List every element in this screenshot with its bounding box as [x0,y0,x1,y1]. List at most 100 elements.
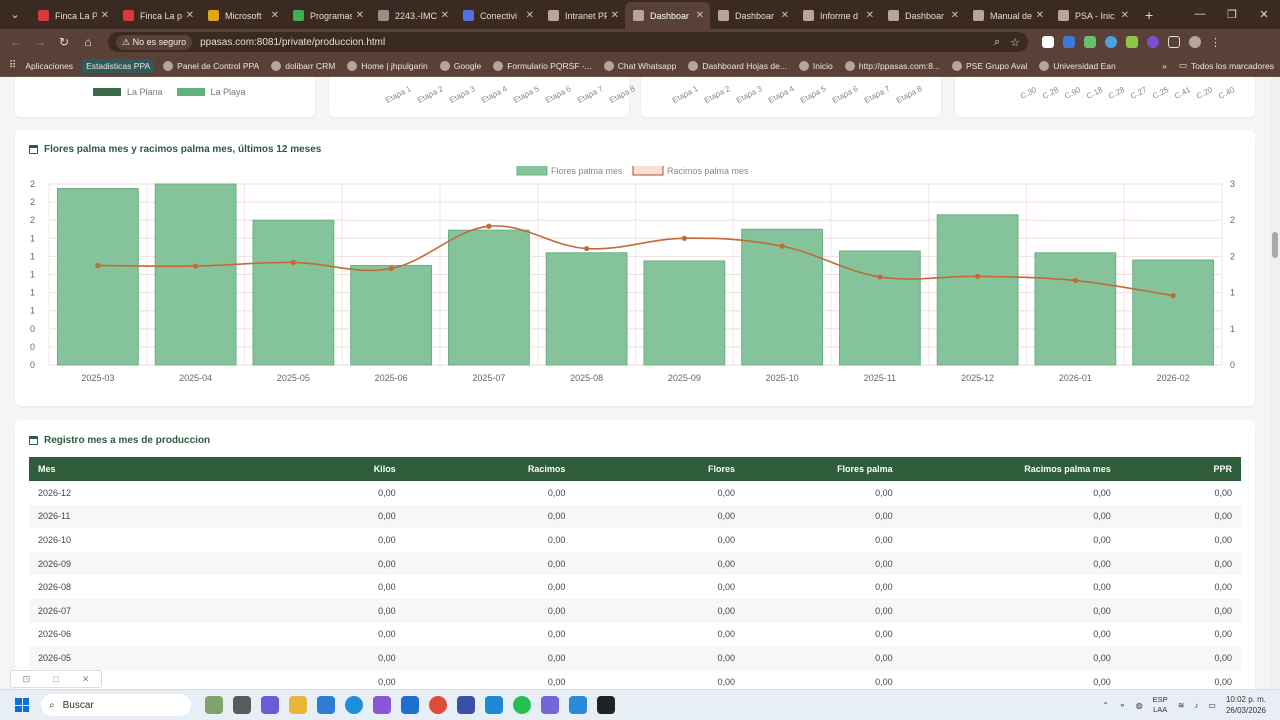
extension-icon[interactable] [1147,36,1159,48]
extension-icon[interactable] [1063,36,1075,48]
file-explorer-icon[interactable] [289,696,307,714]
tab-close-icon[interactable]: ✕ [271,10,279,21]
forward-icon[interactable]: → [28,35,52,49]
wifi-icon[interactable]: ≋ [1178,701,1185,710]
bar-flores-palma-mes[interactable] [643,260,726,366]
column-header[interactable]: PPR [1119,457,1241,481]
windows-start-icon[interactable] [15,698,29,712]
home-icon[interactable]: ⌂ [76,35,100,49]
taskbar-search[interactable]: ⌕ Buscar [41,694,191,716]
mail-icon[interactable] [485,696,503,714]
security-indicator[interactable]: ⚠ No es seguro [116,34,193,50]
column-header[interactable]: Flores palma [744,457,902,481]
point-racimos-palma-mes[interactable] [584,245,590,252]
bar-flores-palma-mes[interactable] [741,228,823,366]
point-racimos-palma-mes[interactable] [486,223,492,229]
bar-flores-palma-mes[interactable] [545,252,628,366]
point-racimos-palma-mes[interactable] [1072,277,1078,284]
back-icon[interactable]: ← [4,35,28,49]
browser-tab[interactable]: Dashboar ✕ [880,2,965,29]
column-header[interactable]: Kilos [247,457,405,481]
bar-flores-palma-mes[interactable] [1034,252,1117,366]
tab-close-icon[interactable]: ✕ [951,10,959,21]
column-header[interactable]: Flores [574,457,745,481]
security-icon[interactable]: ◍ [1136,701,1143,710]
network-off-icon[interactable]: ⚬ [1119,701,1126,710]
browser-tab[interactable]: Conectivi ✕ [455,2,540,29]
zoom-icon[interactable]: ⌕ [994,36,1000,49]
bookmark-item[interactable]: Dashboard Hojas de... [682,60,793,71]
browser-tab[interactable]: PSA - Inic ✕ [1050,2,1135,29]
browser-tab[interactable]: Finca La P ✕ [30,2,115,29]
tab-close-icon[interactable]: ✕ [441,10,449,21]
bookmark-item[interactable]: Inicio [793,60,839,71]
browser-tab[interactable]: Intranet PF ✕ [540,2,625,29]
browser-tab[interactable]: Dashboar ✕ [625,2,710,29]
tab-search-icon[interactable]: ⌄ [0,0,30,29]
tab-close-icon[interactable]: ✕ [186,10,194,21]
tab-close-icon[interactable]: ✕ [1121,10,1129,21]
bookmark-star-icon[interactable]: ☆ [1010,36,1020,49]
browser-tab[interactable]: Finca La pl ✕ [115,2,200,29]
column-header[interactable]: Mes [29,457,248,481]
browser-tab[interactable]: Programas ✕ [285,2,370,29]
point-racimos-palma-mes[interactable] [290,259,296,266]
reload-icon[interactable]: ↻ [52,35,76,49]
extensions-puzzle-icon[interactable] [1168,36,1180,48]
tab-close-icon[interactable]: ✕ [101,10,109,21]
point-racimos-palma-mes[interactable] [193,263,199,269]
bookmark-item[interactable]: Estadisticas PPA [82,58,155,73]
bar-flores-palma-mes[interactable] [252,219,335,366]
browser-tab[interactable]: Microsoft ✕ [200,2,285,29]
browser-tab[interactable]: 2243.-IMC ✕ [370,2,455,29]
url-text[interactable]: ppasas.com:8081/private/produccion.html [200,37,385,48]
extension-icon[interactable] [1126,36,1138,48]
whatsapp-icon[interactable] [513,696,531,714]
tab-close-icon[interactable]: ✕ [356,10,364,21]
page-scrollbar[interactable] [1270,77,1280,689]
bar-flores-palma-mes[interactable] [1132,259,1214,366]
url-bar[interactable]: ⚠ No es seguro ppasas.com:8081/private/p… [108,32,1028,52]
bookmark-item[interactable]: Home | jhpulgarin [341,60,433,71]
tab-close-icon[interactable]: ✕ [611,10,619,21]
maximize-icon[interactable]: □ [53,674,58,684]
bookmark-item[interactable]: Formulario PQRSF -... [487,60,598,71]
bar-flores-palma-mes[interactable] [448,229,530,366]
point-racimos-palma-mes[interactable] [975,273,981,279]
tab-close-icon[interactable]: ✕ [526,10,534,21]
bar-flores-palma-mes[interactable] [936,214,1019,366]
edge-icon[interactable] [345,696,363,714]
point-racimos-palma-mes[interactable] [877,274,883,280]
bookmark-item[interactable]: http://ppasas.com:8... [839,60,946,71]
clock[interactable]: 10:02 p. m. 26/03/2026 [1226,694,1266,716]
terminal-icon[interactable] [597,696,615,714]
browser-tab[interactable]: Dashboar ✕ [710,2,795,29]
minimize-icon[interactable]: — [1184,8,1216,21]
copilot-icon[interactable] [373,696,391,714]
column-header[interactable]: Racimos [404,457,575,481]
point-racimos-palma-mes[interactable] [1170,293,1176,299]
teams-chat-icon[interactable] [541,696,559,714]
battery-icon[interactable]: ▭ [1208,701,1216,710]
extension-icon[interactable] [1084,36,1096,48]
vs-icon[interactable] [457,696,475,714]
point-racimos-palma-mes[interactable] [681,235,687,241]
bookmark-item[interactable]: Aplicaciones [19,61,79,71]
chevron-up-icon[interactable]: ⌃ [1102,701,1109,710]
point-racimos-palma-mes[interactable] [388,265,394,272]
bar-flores-palma-mes[interactable] [154,183,237,366]
bookmark-item[interactable]: dolibarr CRM [265,60,341,71]
extension-icon[interactable] [1105,36,1117,48]
bookmark-item[interactable]: Universidad Ean [1033,60,1121,71]
point-racimos-palma-mes[interactable] [779,243,785,249]
restore-icon[interactable]: ❐ [1216,8,1248,21]
bookmarks-overflow-icon[interactable]: » [1156,60,1173,71]
close-icon[interactable]: ✕ [82,674,90,685]
outlook-icon[interactable] [401,696,419,714]
store-icon[interactable] [317,696,335,714]
volume-icon[interactable]: ♪ [1194,701,1198,710]
menu-kebab-icon[interactable]: ⋮ [1210,36,1221,49]
tab-close-icon[interactable]: ✕ [866,10,874,21]
tab-close-icon[interactable]: ✕ [696,10,704,21]
new-tab-button[interactable]: + [1135,7,1163,23]
